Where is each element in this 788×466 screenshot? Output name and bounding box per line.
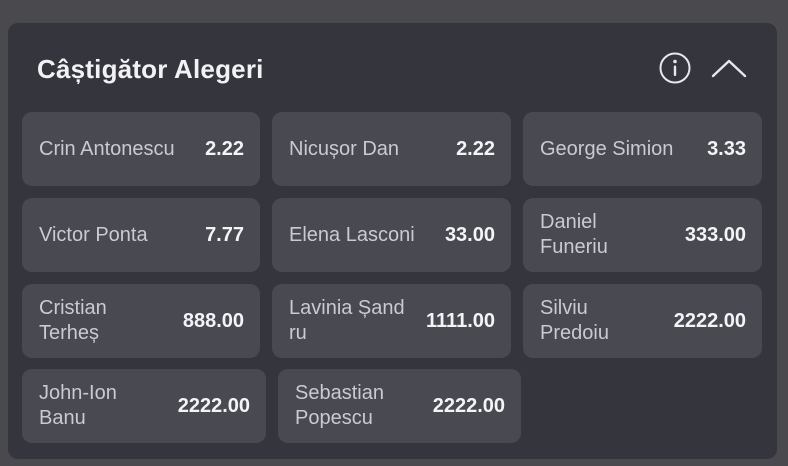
- candidate-odds: 1111.00: [426, 309, 495, 332]
- odds-button[interactable]: Victor Ponta 7.77: [22, 198, 260, 272]
- chevron-up-icon[interactable]: [710, 56, 748, 80]
- market-header: Câștigător Alegeri: [8, 23, 777, 111]
- candidate-odds: 2.22: [456, 137, 495, 160]
- candidate-odds: 2222.00: [177, 394, 250, 417]
- odds-button[interactable]: Crin Antonescu 2.22: [22, 112, 260, 186]
- candidate-name: Victor Ponta: [39, 223, 148, 246]
- candidate-name: Lavinia Șandru: [289, 297, 405, 344]
- candidate-name: Sebastian Popescu: [295, 382, 384, 429]
- odds-button[interactable]: Daniel Funeriu 333.00: [523, 198, 762, 272]
- candidate-odds: 888.00: [182, 309, 244, 332]
- candidate-name: Cristian Terheș: [39, 297, 107, 344]
- odds-button[interactable]: Lavinia Șandru 1111.00: [272, 284, 511, 358]
- odds-button[interactable]: George Simion 3.33: [523, 112, 762, 186]
- candidate-name: George Simion: [540, 137, 674, 160]
- candidate-name: John-Ion Banu: [39, 382, 117, 429]
- odds-button[interactable]: Nicușor Dan 2.22: [272, 112, 511, 186]
- candidate-odds: 2222.00: [673, 309, 746, 332]
- candidate-odds: 333.00: [684, 223, 746, 246]
- candidate-odds: 3.33: [707, 137, 746, 160]
- odds-button[interactable]: John-Ion Banu 2222.00: [22, 369, 266, 443]
- odds-button[interactable]: Cristian Terheș 888.00: [22, 284, 260, 358]
- candidate-name: Silviu Predoiu: [540, 297, 609, 344]
- odds-button[interactable]: Elena Lasconi 33.00: [272, 198, 511, 272]
- candidate-odds: 2.22: [205, 137, 244, 160]
- candidate-odds: 33.00: [444, 223, 495, 246]
- candidate-name: Daniel Funeriu: [540, 211, 608, 258]
- odds-button[interactable]: Sebastian Popescu 2222.00: [278, 369, 521, 443]
- candidate-name: Elena Lasconi: [289, 223, 415, 246]
- market-panel: Câștigător Alegeri Crin Antonescu 2.22 N…: [8, 23, 777, 459]
- odds-button[interactable]: Silviu Predoiu 2222.00: [523, 284, 762, 358]
- candidate-name: Nicușor Dan: [289, 137, 400, 160]
- market-title: Câștigător Alegeri: [37, 54, 264, 84]
- candidate-odds: 2222.00: [432, 394, 505, 417]
- info-icon[interactable]: [659, 52, 691, 84]
- candidate-name: Crin Antonescu: [39, 137, 175, 160]
- candidate-odds: 7.77: [205, 223, 244, 246]
